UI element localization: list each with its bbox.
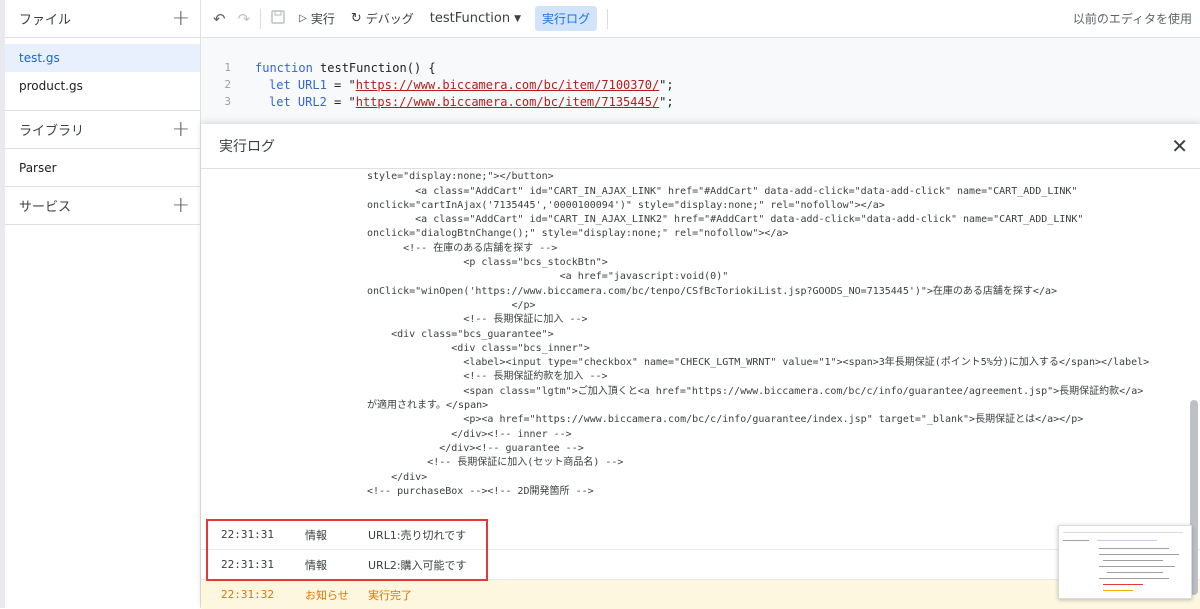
log-level: 情報 <box>305 558 327 572</box>
toolbar: ↶ ↷ ▷ 実行 ↻ デバッグ testFunction ▼ 実行ログ 以前のエ… <box>201 0 1200 38</box>
libraries-title: ライブラリ <box>19 124 85 139</box>
undo-icon[interactable]: ↶ <box>213 10 226 28</box>
function-select[interactable]: testFunction ▼ <box>430 11 521 26</box>
file-item-test[interactable]: test.gs <box>5 44 200 72</box>
log-rows: 22:31:31 情報 URL1:売り切れです 22:31:31 情報 URL2… <box>201 520 1200 609</box>
play-icon: ▷ <box>299 13 307 24</box>
log-row-notice: 22:31:32 お知らせ 実行完了 <box>201 580 1200 609</box>
toolbar-divider <box>260 8 262 29</box>
screen-thumbnail[interactable] <box>1058 525 1192 599</box>
log-message: URL2:購入可能です <box>368 558 467 572</box>
log-row: 22:31:31 情報 URL1:売り切れです <box>201 520 1200 550</box>
libraries-section-header: ライブラリ + <box>5 111 200 149</box>
services-section-header: サービス + <box>5 187 200 225</box>
debug-button-label: デバッグ <box>365 12 414 26</box>
run-button-label: 実行 <box>310 12 335 26</box>
close-icon[interactable]: ✕ <box>1171 134 1188 158</box>
files-section-header: ファイル + <box>5 0 200 38</box>
execution-log-button[interactable]: 実行ログ <box>534 6 597 31</box>
files-title: ファイル <box>19 13 72 28</box>
code-line: 2 let URL1 = "https://www.biccamera.com/… <box>201 76 674 93</box>
line-number: 1 <box>224 61 231 74</box>
log-time: 22:31:32 <box>221 588 274 601</box>
sidebar: ファイル + test.gs product.gs ライブラリ + Parser… <box>5 0 201 608</box>
log-time: 22:31:31 <box>221 528 274 541</box>
log-title: 実行ログ <box>219 139 275 155</box>
function-select-value: testFunction <box>429 11 511 26</box>
add-file-icon[interactable]: + <box>172 7 190 30</box>
log-message: URL1:売り切れです <box>368 528 467 542</box>
save-icon[interactable] <box>271 9 285 28</box>
log-header: 実行ログ ✕ <box>201 124 1200 169</box>
log-level: お知らせ <box>305 588 349 602</box>
services-title: サービス <box>19 200 72 215</box>
debug-icon: ↻ <box>350 11 362 26</box>
library-item-parser[interactable]: Parser <box>5 149 200 187</box>
legacy-editor-link[interactable]: 以前のエディタを使用 <box>1073 10 1192 27</box>
file-item-product[interactable]: product.gs <box>5 72 200 100</box>
code-line: 3 let URL2 = "https://www.biccamera.com/… <box>201 93 674 110</box>
execution-log-panel: 実行ログ ✕ <button id="CART_IN" data-add-cli… <box>201 124 1200 609</box>
log-message: 実行完了 <box>368 588 412 602</box>
code-editor[interactable]: 1 function testFunction() { 2 let URL1 =… <box>201 38 1200 124</box>
toolbar-divider-2 <box>607 8 608 29</box>
log-time: 22:31:31 <box>221 558 274 571</box>
debug-button[interactable]: ↻ デバッグ <box>351 10 414 27</box>
add-library-icon[interactable]: + <box>172 118 190 141</box>
log-output: <button id="CART_IN" data-add-click="dat… <box>201 168 1188 520</box>
caret-down-icon: ▼ <box>514 13 521 24</box>
line-number: 3 <box>224 95 231 108</box>
code-line: 1 function testFunction() { <box>201 59 436 76</box>
log-level: 情報 <box>305 528 327 542</box>
log-html-output: <button id="CART_IN" data-add-click="dat… <box>367 171 1150 497</box>
log-row: 22:31:31 情報 URL2:購入可能です <box>201 550 1200 580</box>
code-text: let URL1 = "https://www.biccamera.com/bc… <box>269 77 674 92</box>
redo-icon[interactable]: ↷ <box>238 10 251 28</box>
code-text: let URL2 = "https://www.biccamera.com/bc… <box>269 94 674 109</box>
code-text: function testFunction() { <box>255 60 436 75</box>
line-number: 2 <box>224 78 231 91</box>
run-button[interactable]: ▷ 実行 <box>299 10 335 27</box>
add-service-icon[interactable]: + <box>172 194 190 217</box>
